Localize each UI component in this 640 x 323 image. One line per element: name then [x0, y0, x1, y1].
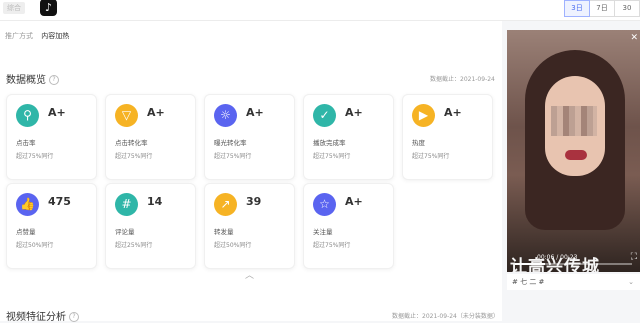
metric-value: A+: [246, 106, 264, 119]
metric-card[interactable]: #14 评论量超过25%同行: [105, 183, 196, 269]
overview-title-text: 数据概览: [6, 75, 46, 86]
metric-card[interactable]: ▶ A+ 热度超过75%同行: [402, 94, 493, 180]
metric-comparison: 超过75%同行: [16, 153, 54, 160]
chevron-down-icon: ⌄: [628, 278, 634, 286]
overview-title: 数据概览?: [6, 71, 59, 86]
video-select-value: # 七 二 #: [512, 278, 545, 286]
metric-card[interactable]: ⚲ A+ 点击率超过75%同行: [6, 94, 97, 180]
metric-value: A+: [147, 106, 165, 119]
range-3-days-button[interactable]: 3日: [564, 0, 590, 17]
funnel-icon: ▽: [115, 104, 138, 127]
video-progress-bar[interactable]: [515, 263, 632, 265]
help-icon[interactable]: ?: [49, 75, 59, 85]
check-icon: ✓: [313, 104, 336, 127]
metric-label: 转发量: [214, 228, 234, 236]
metric-label: 关注量: [313, 228, 333, 236]
metric-label: 点赞量: [16, 228, 36, 236]
metric-label: 评论量: [115, 228, 135, 236]
metric-comparison: 超过75%同行: [412, 153, 450, 160]
hashtag-icon: #: [115, 193, 138, 216]
video-progress-fill: [515, 263, 546, 265]
collapse-chevron-icon[interactable]: ︿: [245, 268, 254, 281]
location-pin-icon: ⚲: [16, 104, 39, 127]
metric-value: A+: [444, 106, 462, 119]
metric-comparison: 超过50%同行: [214, 242, 252, 249]
sun-icon: ☼: [214, 104, 237, 127]
metric-comparison: 超过75%同行: [214, 153, 252, 160]
range-30-days-button[interactable]: 30: [614, 0, 640, 17]
range-7-days-button[interactable]: 7日: [589, 0, 615, 17]
metric-card[interactable]: 👍 475 点赞量超过50%同行: [6, 183, 97, 269]
video-frame-mosaic: [551, 106, 597, 136]
fullscreen-icon[interactable]: ⛶: [631, 252, 637, 262]
breadcrumb-current[interactable]: 内容加热: [41, 32, 69, 40]
metric-card[interactable]: ↗ 39 转发量超过50%同行: [204, 183, 295, 269]
top-bar: 综合 ♪ 3日 7日 30: [0, 0, 640, 21]
thumbs-up-icon: 👍: [16, 193, 39, 216]
douyin-logo-icon: ♪: [40, 0, 57, 16]
video-select[interactable]: # 七 二 # ⌄: [507, 274, 640, 290]
overview-deadline: 数据截止：2021-09-24: [430, 76, 495, 83]
breadcrumb-label: 推广方式: [5, 32, 33, 40]
metric-value: A+: [345, 195, 363, 208]
close-icon[interactable]: ✕: [630, 33, 638, 43]
metric-card[interactable]: ✓ A+ 播放完成率超过75%同行: [303, 94, 394, 180]
metric-comparison: 超过75%同行: [313, 153, 351, 160]
video-player[interactable]: ✕ 让高兴传城 00:06 / 00:23 ⛶: [507, 30, 640, 272]
main-panel: 推广方式 内容加热 数据概览? 数据截止：2021-09-24 ⚲ A+ 点击率超过…: [0, 21, 502, 323]
star-icon: ☆: [313, 193, 336, 216]
metric-card[interactable]: ☆ A+ 关注量超过75%同行: [303, 183, 394, 269]
metric-value: A+: [345, 106, 363, 119]
video-frame-lips: [565, 150, 587, 160]
metric-card[interactable]: ▽ A+ 点击转化率超过75%同行: [105, 94, 196, 180]
metric-comparison: 超过75%同行: [313, 242, 351, 249]
metric-card[interactable]: ☼ A+ 曝光转化率超过75%同行: [204, 94, 295, 180]
metric-value: A+: [48, 106, 66, 119]
metric-value: 39: [246, 195, 262, 208]
metric-comparison: 超过50%同行: [16, 242, 54, 249]
play-icon: ▶: [412, 104, 435, 127]
breadcrumb: 推广方式 内容加热: [5, 31, 69, 41]
video-analysis-deadline: 数据截止：2021-09-24（未分装数据）: [392, 313, 499, 320]
metric-label: 点击率: [16, 139, 36, 147]
metric-comparison: 超过25%同行: [115, 242, 153, 249]
metric-comparison: 超过75%同行: [115, 153, 153, 160]
share-icon: ↗: [214, 193, 237, 216]
metric-label: 热度: [412, 139, 425, 147]
metric-label: 曝光转化率: [214, 139, 247, 147]
video-time: 00:06 / 00:23: [537, 254, 578, 261]
metric-label: 播放完成率: [313, 139, 346, 147]
time-range-selector: 3日 7日 30: [564, 0, 640, 17]
metric-value: 475: [48, 195, 71, 208]
metric-label: 点击转化率: [115, 139, 148, 147]
metric-value: 14: [147, 195, 163, 208]
video-analysis-title-text: 视频特征分析: [6, 312, 66, 323]
filter-tag[interactable]: 综合: [3, 2, 25, 14]
